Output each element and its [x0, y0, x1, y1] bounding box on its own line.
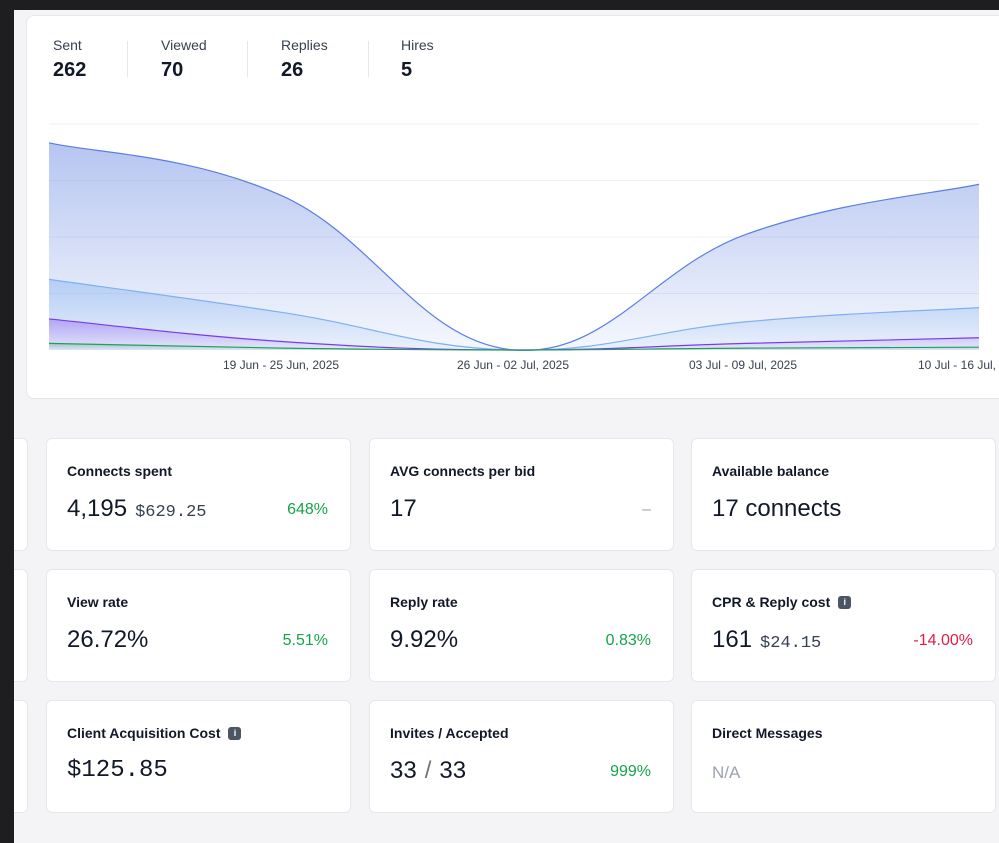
card-title: Available balance [712, 463, 829, 479]
x-tick-label: 19 Jun - 25 Jun, 2025 [223, 358, 339, 372]
x-tick-label: 10 Jul - 16 Jul, 2025 [918, 358, 999, 372]
card-value: 9.92% [390, 626, 459, 653]
card-value: 4,195 [67, 495, 128, 522]
card-title-row: Client Acquisition Cost i [67, 725, 242, 741]
card-value: N/A [712, 763, 741, 782]
info-icon[interactable]: i [838, 595, 852, 609]
card-title: Connects spent [67, 463, 173, 479]
card-title: AVG connects per bid [390, 463, 536, 479]
card-partial [14, 438, 28, 551]
card-partial [14, 569, 28, 682]
delta-badge: 0.83% [605, 632, 651, 649]
card-title: Reply rate [390, 594, 458, 610]
card-value-invites: 33 [390, 757, 417, 784]
card-title: Direct Messages [712, 725, 823, 741]
card-title-row: CPR & Reply cost i [712, 594, 852, 610]
card-subvalue: $629.25 [135, 503, 207, 522]
x-tick-label: 26 Jun - 02 Jul, 2025 [457, 358, 569, 372]
card-value: $125.85 [67, 757, 168, 784]
card-connects-spent[interactable]: Connects spent 4,195 $629.25 648% [46, 438, 351, 551]
delta-badge: – [642, 501, 651, 518]
card-value: 26.72% [67, 626, 149, 653]
card-value: 17 connects [712, 495, 842, 522]
card-subvalue: $24.15 [760, 634, 822, 653]
card-separator: / [424, 757, 432, 784]
card-value-row: 17 [390, 495, 417, 523]
card-partial [14, 700, 28, 813]
info-icon[interactable]: i [228, 726, 242, 740]
card-available-balance[interactable]: Available balance 17 connects [691, 438, 996, 551]
card-value-row: 17 connects [712, 495, 841, 523]
card-direct-messages[interactable]: Direct Messages N/A [691, 700, 996, 813]
card-value-row: 33 / 33 [390, 757, 466, 785]
card-client-acquisition-cost[interactable]: Client Acquisition Cost i $125.85 [46, 700, 351, 813]
card-avg-connects[interactable]: AVG connects per bid 17 – [369, 438, 674, 551]
card-value-accepted: 33 [439, 757, 467, 784]
card-view-rate[interactable]: View rate 26.72% 5.51% [46, 569, 351, 682]
area-chart: 19 Jun - 25 Jun, 2025 26 Jun - 02 Jul, 20… [48, 123, 999, 372]
dashboard-canvas: Sent 262 Viewed 70 Replies 26 Hires 5 19… [14, 10, 999, 843]
x-tick-label: 03 Jul - 09 Jul, 2025 [689, 358, 797, 372]
card-value-row: $125.85 [67, 757, 168, 784]
card-cpr-reply-cost[interactable]: CPR & Reply cost i 161 $24.15 -14.00% [691, 569, 996, 682]
card-title: CPR & Reply cost [712, 594, 831, 610]
delta-badge: 5.51% [282, 632, 328, 649]
card-value-row: N/A [712, 757, 740, 783]
card-invites-accepted[interactable]: Invites / Accepted 33 / 33 999% [369, 700, 674, 813]
card-reply-rate[interactable]: Reply rate 9.92% 0.83% [369, 569, 674, 682]
proposals-chart-card: Sent 262 Viewed 70 Replies 26 Hires 5 19… [26, 15, 999, 399]
card-value: 161 [712, 626, 753, 653]
card-value-row: 26.72% [67, 626, 148, 654]
card-value-row: 161 $24.15 [712, 626, 821, 654]
card-value-row: 9.92% [390, 626, 458, 654]
delta-badge: 648% [287, 501, 328, 518]
card-value-row: 4,195 $629.25 [67, 495, 206, 523]
card-value: 17 [390, 495, 417, 522]
delta-badge: 999% [610, 763, 651, 780]
card-title: View rate [67, 594, 129, 610]
card-title: Invites / Accepted [390, 725, 509, 741]
delta-badge: -14.00% [913, 632, 973, 649]
card-title: Client Acquisition Cost [67, 725, 221, 741]
